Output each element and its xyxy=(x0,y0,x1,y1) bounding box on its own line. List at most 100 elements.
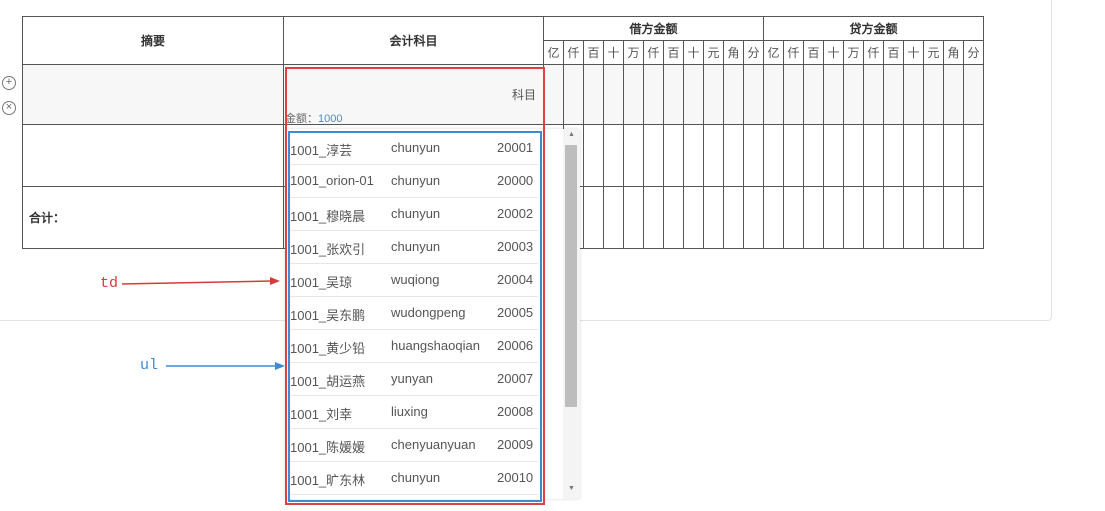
item-number: 20003 xyxy=(497,239,534,254)
credit-amount-cell xyxy=(763,186,784,249)
credit-amount-cell[interactable] xyxy=(903,124,924,187)
credit-amount-cell[interactable] xyxy=(923,124,944,187)
credit-amount-cell[interactable] xyxy=(803,64,824,125)
credit-amount-cell xyxy=(943,186,964,249)
debit-digit-header: 仟 xyxy=(563,40,584,65)
summary-cell[interactable] xyxy=(22,64,284,125)
debit-amount-cell[interactable] xyxy=(643,124,664,187)
dropdown-list-item[interactable]: 1001_吴东鹏 wudongpeng 20005 xyxy=(290,297,538,330)
dropdown-list-item[interactable]: 1001_穆晓晨 chunyun 20002 xyxy=(290,198,538,231)
credit-amount-cell[interactable] xyxy=(763,64,784,125)
debit-amount-cell xyxy=(643,186,664,249)
debit-amount-cell xyxy=(583,186,604,249)
debit-amount-cell[interactable] xyxy=(643,64,664,125)
debit-amount-cell[interactable] xyxy=(703,124,724,187)
item-code: 1001_吴琼 xyxy=(290,275,353,290)
debit-amount-cell[interactable] xyxy=(743,124,764,187)
debit-digit-header: 亿 xyxy=(543,40,564,65)
debit-amount-cell[interactable] xyxy=(623,124,644,187)
debit-amount-cell[interactable] xyxy=(603,64,624,125)
debit-digit-header: 元 xyxy=(703,40,724,65)
credit-amount-cell[interactable] xyxy=(863,124,884,187)
debit-amount-cell[interactable] xyxy=(663,64,684,125)
item-number: 20001 xyxy=(497,140,534,155)
credit-amount-cell[interactable] xyxy=(823,124,844,187)
credit-digit-header: 元 xyxy=(923,40,944,65)
credit-amount-cell[interactable] xyxy=(763,124,784,187)
header-debit: 借方金额 xyxy=(543,16,764,41)
credit-amount-cell[interactable] xyxy=(843,64,864,125)
credit-amount-cell[interactable] xyxy=(883,64,904,125)
debit-amount-cell[interactable] xyxy=(663,124,684,187)
item-number: 20002 xyxy=(497,206,534,221)
debit-amount-cell[interactable] xyxy=(543,64,564,125)
credit-amount-cell[interactable] xyxy=(783,124,804,187)
debit-amount-cell[interactable] xyxy=(583,124,604,187)
debit-amount-cell[interactable] xyxy=(623,64,644,125)
credit-amount-cell xyxy=(803,186,824,249)
scroll-thumb[interactable] xyxy=(565,145,577,407)
dropdown-list-item[interactable]: 1001_黄少铅 huangshaoqian 20006 xyxy=(290,330,538,363)
credit-amount-cell[interactable] xyxy=(783,64,804,125)
debit-amount-cell[interactable] xyxy=(703,64,724,125)
item-pinyin: chunyun xyxy=(391,239,441,254)
item-number: 20006 xyxy=(497,338,534,353)
credit-amount-cell xyxy=(843,186,864,249)
credit-amount-cell[interactable] xyxy=(963,64,984,125)
td-annotation-label: td xyxy=(100,275,119,292)
credit-digit-header: 亿 xyxy=(763,40,784,65)
scroll-up-icon[interactable]: ▲ xyxy=(563,131,580,143)
dropdown-list-item[interactable]: 1001_淳芸 chunyun 20001 xyxy=(290,132,538,165)
debit-amount-cell[interactable] xyxy=(683,64,704,125)
debit-amount-cell[interactable] xyxy=(583,64,604,125)
item-number: 20004 xyxy=(497,272,534,287)
debit-digit-header: 百 xyxy=(663,40,684,65)
account-dropdown[interactable]: ▲ ▼ 1001_淳芸 chunyun 20001 1001_orion-01 chun… xyxy=(285,129,580,499)
item-number: 20009 xyxy=(497,437,534,452)
credit-amount-cell[interactable] xyxy=(823,64,844,125)
remove-row-icon[interactable]: × xyxy=(2,101,16,115)
subject-label: 科目 xyxy=(512,88,537,102)
credit-amount-cell[interactable] xyxy=(883,124,904,187)
debit-amount-cell[interactable] xyxy=(683,124,704,187)
item-code: 1001_吴东鹏 xyxy=(290,308,366,323)
total-label: 合计： xyxy=(22,186,284,249)
credit-amount-cell[interactable] xyxy=(943,124,964,187)
credit-digit-header: 十 xyxy=(903,40,924,65)
dropdown-list-item[interactable]: 1001_陈媛媛 chenyuanyuan 20009 xyxy=(290,429,538,462)
item-pinyin: chunyun xyxy=(391,140,441,155)
dropdown-list-item[interactable]: 1001_吴琼 wuqiong 20004 xyxy=(290,264,538,297)
dropdown-list-item[interactable]: 1001_刘幸 liuxing 20008 xyxy=(290,396,538,429)
debit-amount-cell[interactable] xyxy=(723,124,744,187)
debit-amount-cell[interactable] xyxy=(563,64,584,125)
scroll-down-icon[interactable]: ▼ xyxy=(563,485,580,497)
dropdown-list-item[interactable]: 1001_胡运燕 yunyan 20007 xyxy=(290,363,538,396)
debit-amount-cell xyxy=(683,186,704,249)
credit-amount-cell[interactable] xyxy=(803,124,824,187)
dropdown-scrollbar[interactable]: ▲ ▼ xyxy=(563,129,580,499)
item-code: 1001_黄少铅 xyxy=(290,341,366,356)
debit-amount-cell xyxy=(743,186,764,249)
add-row-icon[interactable]: + xyxy=(2,76,16,90)
header-summary: 摘要 xyxy=(22,16,284,65)
debit-amount-cell[interactable] xyxy=(743,64,764,125)
debit-digit-header: 仟 xyxy=(643,40,664,65)
amount-line: 金额：1000 xyxy=(285,110,342,126)
item-number: 20010 xyxy=(497,470,534,485)
credit-amount-cell[interactable] xyxy=(923,64,944,125)
dropdown-list-item[interactable]: 1001_旷东林 chunyun 20010 xyxy=(290,462,538,495)
credit-amount-cell[interactable] xyxy=(903,64,924,125)
debit-amount-cell[interactable] xyxy=(603,124,624,187)
debit-amount-cell[interactable] xyxy=(723,64,744,125)
item-number: 20005 xyxy=(497,305,534,320)
summary-cell[interactable] xyxy=(22,124,284,187)
credit-amount-cell[interactable] xyxy=(843,124,864,187)
debit-amount-cell xyxy=(663,186,684,249)
dropdown-list-item[interactable]: 1001_张欢引 chunyun 20003 xyxy=(290,231,538,264)
credit-amount-cell[interactable] xyxy=(943,64,964,125)
credit-amount-cell[interactable] xyxy=(863,64,884,125)
item-code: 1001_淳芸 xyxy=(290,143,353,158)
dropdown-list-item[interactable]: 1001_orion-01 chunyun 20000 xyxy=(290,165,538,198)
debit-digit-header: 十 xyxy=(603,40,624,65)
credit-amount-cell[interactable] xyxy=(963,124,984,187)
